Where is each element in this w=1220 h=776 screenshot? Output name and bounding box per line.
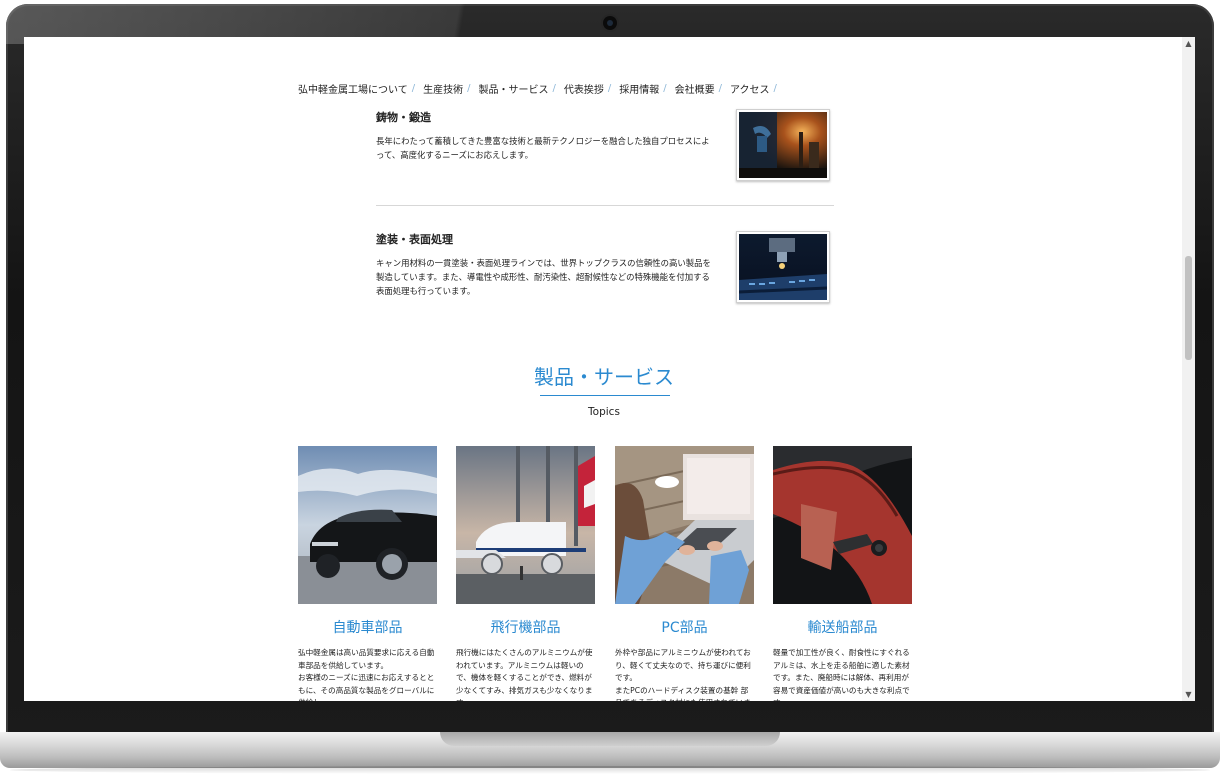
nav-separator: / xyxy=(467,83,471,94)
nav-item-label: 弘中軽金属工場について xyxy=(298,85,408,96)
section-divider xyxy=(376,205,834,206)
nav-item-label: 採用情報 xyxy=(619,85,660,96)
product-description: 弘中軽金属は高い品質要求に応える自動車部品を供給しています。 お客様のニーズに迅… xyxy=(298,648,435,701)
product-card-ship[interactable]: 輸送船部品 軽量で加工性が良く、耐食性にすぐれるアルミは、水上を走る船舶に適した… xyxy=(773,446,912,701)
foundry-photo xyxy=(739,112,827,178)
ship-hull-image xyxy=(773,446,912,604)
ship-hull-photo xyxy=(773,446,912,604)
airplane-photo xyxy=(456,446,595,604)
section-title: 製品・サービス xyxy=(534,365,674,389)
nav-item-label: 製品・サービス xyxy=(478,85,549,96)
scroll-up-icon[interactable]: ▲ xyxy=(1184,39,1193,48)
nav-item-technology[interactable]: 生産技術 / xyxy=(423,81,478,96)
product-description: 軽量で加工性が良く、耐食性にすぐれるアルミは、水上を走る船舶に適した素材です。ま… xyxy=(773,648,910,701)
nav-separator: / xyxy=(663,83,667,94)
product-card-aircraft[interactable]: 飛行機部品 飛行機にはたくさんのアルミニウムが使われています。アルミニウムは軽い… xyxy=(456,446,595,701)
vertical-scrollbar[interactable]: ▲ ▼ xyxy=(1182,37,1195,701)
scroll-down-icon[interactable]: ▼ xyxy=(1184,690,1193,699)
laptop-shadow xyxy=(10,766,1210,774)
nav-separator: / xyxy=(773,83,777,94)
browser-viewport: 弘中軽金属工場について / 生産技術 / 製品・サービス / 代表挨拶 / 採用情報 / … xyxy=(24,37,1195,701)
nav-item-label: 代表挨拶 xyxy=(563,85,604,96)
nav-item-greeting[interactable]: 代表挨拶 / xyxy=(564,81,619,96)
product-card-pc[interactable]: PC部品 外枠や部品にアルミニウムが使われており、軽くて丈夫なので、持ち運びに便… xyxy=(615,446,754,701)
nav-item-label: 生産技術 xyxy=(423,85,464,96)
tech-entry-casting: 鋳物・鍛造 長年にわたって蓄積してきた豊富な技術と最新テクノロジーを融合した独自… xyxy=(376,109,834,181)
nav-separator: / xyxy=(552,83,556,94)
section-title-underline xyxy=(540,395,670,396)
car-photo xyxy=(298,446,437,604)
foundry-image xyxy=(736,109,830,181)
product-title: PC部品 xyxy=(661,620,708,636)
product-title: 飛行機部品 xyxy=(490,620,561,636)
product-card-automotive[interactable]: 自動車部品 弘中軽金属は高い品質要求に応える自動車部品を供給しています。 お客様… xyxy=(298,446,437,701)
nav-separator: / xyxy=(718,83,722,94)
scroll-thumb[interactable] xyxy=(1185,256,1192,360)
nav-item-about[interactable]: 弘中軽金属工場について / xyxy=(298,81,423,96)
global-nav: 弘中軽金属工場について / 生産技術 / 製品・サービス / 代表挨拶 / 採用情報 / … xyxy=(298,81,785,96)
car-image xyxy=(298,446,437,604)
tech-entry-coating: 塗装・表面処理 キャン用材料の一貫塗装・表面処理ラインでは、世界トップクラスの信… xyxy=(376,231,834,303)
nav-item-company[interactable]: 会社概要 / xyxy=(675,81,730,96)
laptop-user-image xyxy=(615,446,754,604)
airplane-image xyxy=(456,446,595,604)
tech-description: キャン用材料の一貫塗装・表面処理ラインでは、世界トップクラスの信頼性の高い製品を… xyxy=(376,258,711,296)
product-description: 外枠や部品にアルミニウムが使われており、軽くて丈夫なので、持ち運びに便利です。 … xyxy=(615,648,751,701)
nav-separator: / xyxy=(607,83,612,94)
laser-machine-photo xyxy=(738,234,828,300)
nav-separator: / xyxy=(411,83,416,94)
laptop-base-notch xyxy=(440,732,780,746)
tech-description: 長年にわたって蓄積してきた豊富な技術と最新テクノロジーを融合した独自プロセスによ… xyxy=(376,136,710,160)
laptop-user-photo xyxy=(615,446,754,604)
nav-item-products[interactable]: 製品・サービス / xyxy=(478,81,563,96)
coating-image xyxy=(736,231,830,303)
section-subtitle: Topics xyxy=(588,406,620,418)
nav-item-label: 会社概要 xyxy=(674,85,715,96)
nav-item-label: アクセス xyxy=(729,85,770,96)
product-title: 自動車部品 xyxy=(332,620,403,636)
nav-item-access[interactable]: アクセス / xyxy=(730,81,785,96)
webcam-icon xyxy=(603,16,617,30)
product-description: 飛行機にはたくさんのアルミニウムが使われています。アルミニウムは軽いので、機体を… xyxy=(456,648,593,701)
nav-item-recruit[interactable]: 採用情報 / xyxy=(619,81,674,96)
product-title: 輸送船部品 xyxy=(807,620,878,636)
